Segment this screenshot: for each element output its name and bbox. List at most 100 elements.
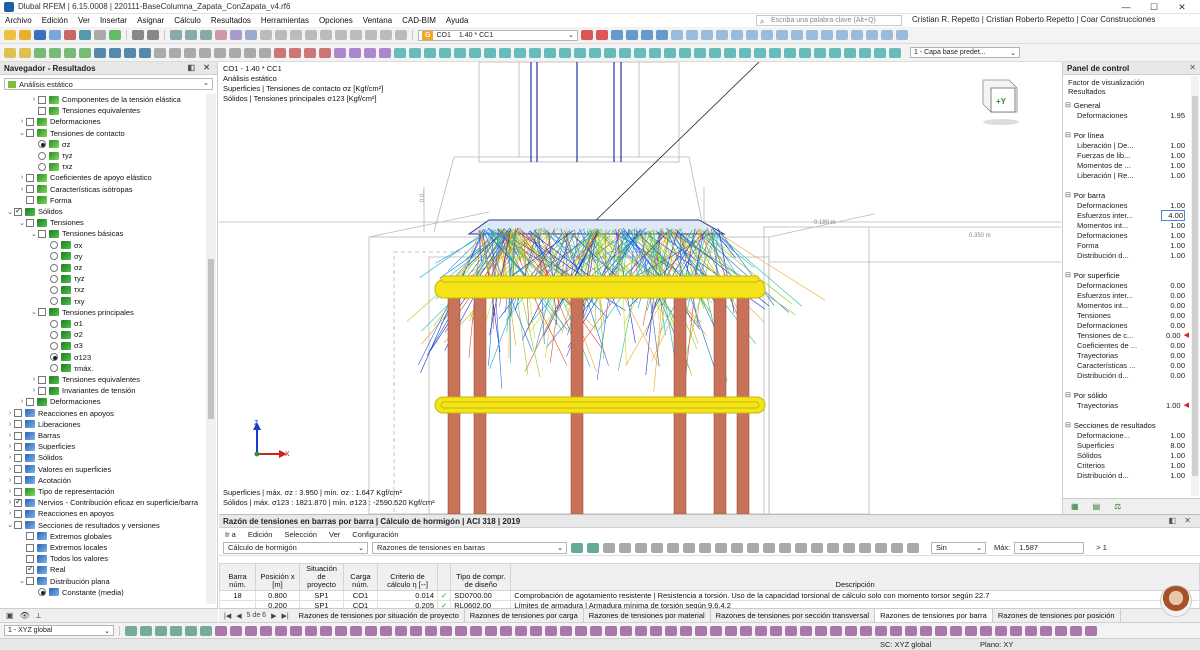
tree-node[interactable]: › Reacciones en apoyos — [6, 408, 114, 419]
expand-toggle-icon[interactable]: › — [30, 387, 38, 394]
factor-group-header[interactable]: Por línea — [1065, 130, 1189, 140]
filter-select[interactable]: Sin ⌄ — [931, 541, 986, 554]
tree-node[interactable]: Real — [18, 564, 65, 575]
tree-node[interactable]: ⌄ Tensiones principales — [30, 307, 134, 318]
factor-value-input[interactable]: 1.00 — [1158, 401, 1181, 410]
draw-icon[interactable] — [305, 625, 317, 636]
tool-icon[interactable] — [244, 47, 256, 58]
table-tool-icon[interactable] — [747, 542, 759, 553]
factor-value-input[interactable]: 1.00 — [1161, 221, 1185, 230]
minimize-button[interactable]: — — [1112, 0, 1140, 14]
tree-node[interactable]: Extremos locales — [18, 542, 107, 553]
tree-node[interactable]: σ3 — [42, 340, 83, 351]
tree-node[interactable]: Todos los valores — [18, 553, 108, 564]
table-tool-icon[interactable] — [891, 542, 903, 553]
factor-value-input[interactable]: 1.00 — [1161, 141, 1185, 150]
draw-icon[interactable] — [935, 625, 947, 636]
tool-icon[interactable] — [79, 47, 91, 58]
table-tool-icon[interactable] — [907, 542, 919, 553]
coordinate-system-select[interactable]: 1 - XYZ global ⌄ — [4, 625, 114, 636]
draw-icon[interactable] — [1085, 625, 1097, 636]
tool-icon[interactable] — [679, 47, 691, 58]
tab-by-section[interactable]: Razones de tensiones por sección transve… — [711, 609, 876, 622]
draw-icon[interactable] — [425, 625, 437, 636]
print-icon[interactable] — [49, 30, 61, 40]
tool-icon[interactable] — [409, 47, 421, 58]
expand-toggle-icon[interactable]: › — [18, 174, 26, 181]
tool-icon[interactable] — [274, 47, 286, 58]
close-icon[interactable]: ✕ — [1189, 63, 1196, 72]
tool-icon[interactable] — [784, 47, 796, 58]
table-tool-icon[interactable] — [699, 542, 711, 553]
scrollbar-thumb[interactable] — [208, 259, 214, 419]
table-menu-settings[interactable]: Configuración — [352, 530, 398, 539]
snap-icon[interactable] — [170, 625, 182, 636]
module-select[interactable]: Cálculo de hormigón ⌄ — [223, 541, 368, 554]
draw-icon[interactable] — [335, 625, 347, 636]
results-icon[interactable] — [791, 30, 803, 40]
tree-checkbox[interactable] — [14, 431, 22, 440]
tree-node[interactable]: Extremos globales — [18, 531, 112, 542]
tree-checkbox[interactable] — [26, 577, 34, 586]
user-account[interactable]: Cristian R. Repetto | Cristian Roberto R… — [912, 15, 1155, 24]
snap-icon[interactable] — [185, 625, 197, 636]
col-type-header[interactable]: Tipo de compr. de diseño — [450, 563, 512, 591]
tool-icon[interactable] — [379, 47, 391, 58]
draw-icon[interactable] — [395, 625, 407, 636]
draw-icon[interactable] — [1010, 625, 1022, 636]
expand-toggle-icon[interactable]: ⌄ — [18, 219, 26, 227]
tree-checkbox[interactable] — [14, 487, 22, 496]
factor-value-input[interactable]: 4.00 — [1161, 209, 1185, 221]
draw-icon[interactable] — [680, 625, 692, 636]
tree-radio[interactable] — [50, 364, 58, 373]
expand-toggle-icon[interactable]: › — [6, 443, 14, 450]
tool-icon[interactable] — [514, 47, 526, 58]
tree-node[interactable]: › Tipo de representación — [6, 486, 115, 497]
tree-checkbox[interactable] — [14, 476, 22, 485]
tool-icon[interactable] — [184, 47, 196, 58]
tree-node[interactable]: σy — [42, 251, 82, 262]
tool-icon[interactable] — [334, 47, 346, 58]
display-icon[interactable] — [275, 30, 287, 40]
menu-insertar[interactable]: Insertar — [95, 16, 132, 25]
factor-value-input[interactable]: 1.00 — [1161, 431, 1185, 440]
tree-node[interactable]: σz — [42, 262, 82, 273]
draw-icon[interactable] — [905, 625, 917, 636]
factor-value-input[interactable]: 0.00 — [1161, 351, 1185, 360]
tab-by-location[interactable]: Razones de tensiones por posición — [993, 609, 1121, 622]
factor-value-input[interactable]: 0.00 — [1161, 281, 1185, 290]
factor-group-header[interactable]: Por superficie — [1065, 270, 1189, 280]
next-icon[interactable] — [596, 30, 608, 40]
tree-checkbox[interactable] — [38, 386, 46, 395]
col-situation-header[interactable]: Situación de proyecto — [299, 563, 344, 591]
view-icon[interactable] — [170, 30, 182, 40]
tree-checkbox[interactable] — [26, 532, 34, 541]
control-panel-scrollbar[interactable] — [1191, 76, 1199, 496]
tab-by-material[interactable]: Razones de tensiones por material — [584, 609, 711, 622]
tool-icon[interactable] — [814, 47, 826, 58]
factor-group-header[interactable]: Por sólido — [1065, 390, 1189, 400]
draw-icon[interactable] — [320, 625, 332, 636]
draw-icon[interactable] — [830, 625, 842, 636]
tree-checkbox[interactable] — [38, 95, 46, 104]
results-icon[interactable] — [701, 30, 713, 40]
tree-radio[interactable] — [50, 263, 58, 272]
expand-toggle-icon[interactable]: › — [6, 477, 14, 484]
tool-icon[interactable] — [619, 47, 631, 58]
tree-node[interactable]: › Invariantes de tensión — [30, 385, 136, 396]
results-icon[interactable] — [716, 30, 728, 40]
new-file-icon[interactable] — [4, 30, 16, 40]
table-tool-icon[interactable] — [875, 542, 887, 553]
next-page-icon[interactable]: ▶ — [271, 612, 276, 620]
close-button[interactable]: ✕ — [1168, 0, 1196, 14]
table-tool-icon[interactable] — [731, 542, 743, 553]
snap-icon[interactable] — [200, 625, 212, 636]
tree-checkbox[interactable] — [14, 453, 22, 462]
menu-ventana[interactable]: Ventana — [358, 16, 397, 25]
tree-node[interactable]: › Tensiones equivalentes — [30, 374, 140, 385]
expand-toggle-icon[interactable]: ⌄ — [18, 577, 26, 585]
tool-icon[interactable] — [529, 47, 541, 58]
tab-results-icon[interactable]: ⟂ — [36, 611, 41, 621]
tree-checkbox[interactable] — [14, 409, 22, 418]
tree-node[interactable]: ⌄ Secciones de resultados y versiones — [6, 520, 160, 531]
